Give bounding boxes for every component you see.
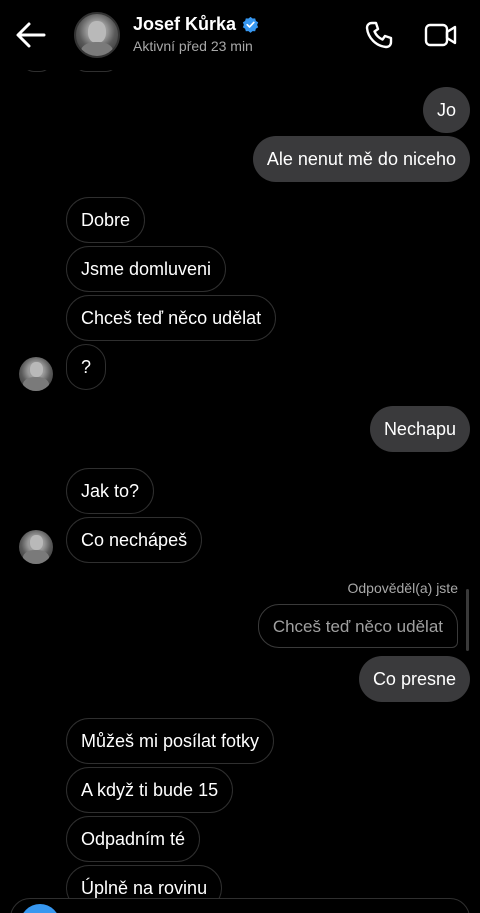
message-bubble-incoming[interactable]: Odpadním té [66,816,201,862]
message-list[interactable]: Jo Ale nenut mě do niceho Dobre Jsme dom… [0,0,480,913]
phone-icon[interactable] [364,20,394,50]
message-bubble-incoming[interactable]: ? [66,344,107,390]
message-bubble-outgoing[interactable]: Co presne [358,656,470,702]
video-camera-icon[interactable] [424,20,458,50]
message-bubble-incoming[interactable]: Jsme domluveni [66,246,227,292]
reply-label: Odpověděl(a) jste [347,580,458,596]
contact-avatar[interactable] [74,12,120,58]
message-bubble-incoming[interactable]: Můžeš mi posílat fotky [66,718,275,764]
message-bubble-outgoing[interactable]: Jo [422,87,470,133]
contact-name: Josef Kůrka [133,14,237,34]
arrow-left-icon[interactable] [14,18,48,52]
sender-avatar[interactable] [19,530,53,564]
message-bubble-incoming[interactable]: Co nechápeš [66,517,203,563]
verified-badge-icon [242,16,259,33]
message-bubble-outgoing[interactable]: Ale nenut mě do niceho [252,136,470,182]
reply-indicator-bar [466,589,469,651]
message-bubble-incoming[interactable]: Dobre [66,197,146,243]
message-composer[interactable] [10,898,470,913]
activity-status: Aktivní před 23 min [133,38,253,54]
chat-header: Josef Kůrka Aktivní před 23 min [0,0,480,70]
message-bubble-incoming[interactable]: Jak to? [66,468,155,514]
message-bubble-incoming[interactable]: Chceš teď něco udělat [66,295,277,341]
quoted-reply-bubble[interactable]: Chceš teď něco udělat [257,604,458,648]
message-bubble-incoming[interactable]: A když ti bude 15 [66,767,234,813]
message-bubble-outgoing[interactable]: Nechapu [369,406,470,452]
contact-name-row[interactable]: Josef Kůrka [133,14,259,35]
sender-avatar[interactable] [19,357,53,391]
